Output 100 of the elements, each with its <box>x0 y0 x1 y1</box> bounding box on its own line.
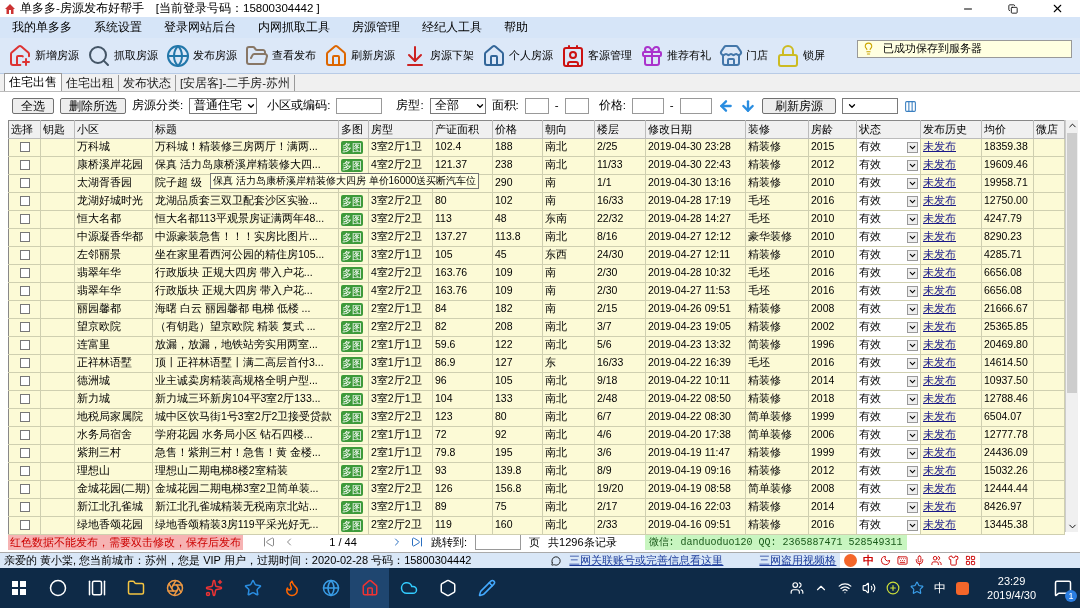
column-header[interactable]: 装修 <box>745 120 809 138</box>
globe-icon[interactable] <box>321 579 340 597</box>
house-icon[interactable] <box>360 579 379 597</box>
scrollbar[interactable] <box>1065 120 1078 532</box>
multi-photo-badge[interactable]: 多图 <box>341 428 363 442</box>
checkbox[interactable] <box>20 196 30 206</box>
history-link[interactable]: 未发布 <box>923 140 956 153</box>
multi-photo-badge[interactable]: 多图 <box>341 482 363 496</box>
history-link[interactable]: 未发布 <box>923 518 956 531</box>
column-header[interactable]: 钥匙 <box>40 120 75 138</box>
toolbar-button[interactable]: 房源下架 <box>403 39 474 72</box>
folder-icon[interactable] <box>126 579 145 597</box>
toolbar-button[interactable]: 发布房源 <box>166 39 237 72</box>
multi-photo-badge[interactable]: 多图 <box>341 374 363 388</box>
notification-icon[interactable] <box>1054 579 1072 597</box>
wifi-icon[interactable] <box>838 581 853 595</box>
history-link[interactable]: 未发布 <box>923 338 956 351</box>
checkbox[interactable] <box>20 340 30 350</box>
history-link[interactable]: 未发布 <box>923 374 956 387</box>
history-link[interactable]: 未发布 <box>923 266 956 279</box>
column-header[interactable]: 标题 <box>152 120 339 138</box>
last-page-icon[interactable] <box>411 536 423 548</box>
sparkle-icon[interactable] <box>204 579 223 597</box>
checkbox[interactable] <box>20 358 30 368</box>
multi-photo-badge[interactable]: 多图 <box>341 518 363 532</box>
history-link[interactable]: 未发布 <box>923 302 956 315</box>
pencil-icon[interactable] <box>477 579 496 597</box>
area-min-field[interactable] <box>524 98 549 114</box>
keyboard-icon[interactable] <box>897 555 909 566</box>
column-header[interactable]: 微店 <box>1033 120 1065 138</box>
column-header[interactable]: 产证面积 <box>432 120 493 138</box>
price-min-field[interactable] <box>631 98 664 114</box>
history-link[interactable]: 未发布 <box>923 194 956 207</box>
checkbox[interactable] <box>20 430 30 440</box>
aperture-icon[interactable] <box>165 579 184 597</box>
star-icon[interactable] <box>243 579 262 597</box>
checkbox[interactable] <box>20 178 30 188</box>
column-header[interactable]: 房龄 <box>808 120 857 138</box>
column-header[interactable]: 发布历史 <box>920 120 982 138</box>
ime-logo-icon[interactable] <box>956 581 970 595</box>
menu-item[interactable]: 登录网站后台 <box>164 18 236 37</box>
checkbox[interactable] <box>20 232 30 242</box>
multi-photo-badge[interactable]: 多图 <box>341 248 363 262</box>
multi-photo-badge[interactable]: 多图 <box>341 320 363 334</box>
cloud-icon[interactable] <box>399 579 418 597</box>
toolbar-button[interactable]: 客源管理 <box>561 39 632 72</box>
menu-item[interactable]: 内网抓取工具 <box>258 18 330 37</box>
ime-mode[interactable]: 中 <box>863 552 875 569</box>
column-header[interactable]: 均价 <box>981 120 1034 138</box>
toolbar-button[interactable]: 锁屏 <box>776 39 825 72</box>
column-header[interactable]: 小区 <box>74 120 153 138</box>
checkbox[interactable] <box>20 394 30 404</box>
history-link[interactable]: 未发布 <box>923 500 956 513</box>
multi-photo-badge[interactable]: 多图 <box>341 356 363 370</box>
history-link[interactable]: 未发布 <box>923 230 956 243</box>
tab[interactable]: 住宅出售 <box>4 73 62 91</box>
multi-photo-badge[interactable]: 多图 <box>341 500 363 514</box>
column-header[interactable]: 楼层 <box>594 120 646 138</box>
toolbar-button[interactable]: 查看发布 <box>245 39 316 72</box>
column-header[interactable]: 修改日期 <box>645 120 746 138</box>
multi-photo-badge[interactable]: 多图 <box>341 158 363 172</box>
toolbar-button[interactable]: 推荐有礼 <box>640 39 711 72</box>
column-header[interactable]: 朝向 <box>542 120 595 138</box>
hexagon-icon[interactable] <box>438 579 457 597</box>
history-link[interactable]: 未发布 <box>923 248 956 261</box>
extra-select[interactable] <box>841 98 898 114</box>
grid-icon[interactable] <box>965 555 977 566</box>
status-link[interactable]: 三网关联账号或完善信息看这里 <box>569 552 724 569</box>
history-link[interactable]: 未发布 <box>923 176 956 189</box>
goto-page-field[interactable] <box>475 534 522 550</box>
clock-date[interactable]: 2019/4/30 <box>987 588 1036 602</box>
clock-time[interactable]: 23:29 <box>997 574 1026 588</box>
toolbar-button[interactable]: 新增房源 <box>8 39 79 72</box>
checkbox[interactable] <box>20 322 30 332</box>
multi-photo-badge[interactable]: 多图 <box>341 212 363 226</box>
multi-photo-badge[interactable]: 多图 <box>341 284 363 298</box>
history-link[interactable]: 未发布 <box>923 482 956 495</box>
tab[interactable]: 住宅出租 <box>62 75 119 91</box>
checkbox[interactable] <box>20 502 30 512</box>
refresh-button[interactable]: 刷新房源 <box>761 98 836 114</box>
toolbar-button[interactable]: 个人房源 <box>482 39 553 72</box>
multi-photo-badge[interactable]: 多图 <box>341 230 363 244</box>
multi-photo-badge[interactable]: 多图 <box>341 338 363 352</box>
checkbox[interactable] <box>20 250 30 260</box>
multi-photo-badge[interactable]: 多图 <box>341 194 363 208</box>
checkbox[interactable] <box>20 520 30 530</box>
multi-photo-badge[interactable]: 多图 <box>341 446 363 460</box>
checkbox[interactable] <box>20 160 30 170</box>
checkbox[interactable] <box>20 376 30 386</box>
multi-photo-badge[interactable]: 多图 <box>341 410 363 424</box>
tab[interactable]: [安居客]-二手房-苏州 <box>176 75 296 91</box>
price-max-field[interactable] <box>679 98 712 114</box>
first-page-icon[interactable] <box>263 536 275 548</box>
community-field[interactable] <box>336 98 383 114</box>
column-header[interactable]: 多图 <box>338 120 369 138</box>
history-link[interactable]: 未发布 <box>923 284 956 297</box>
checkbox[interactable] <box>20 268 30 278</box>
arrow-down-icon[interactable] <box>739 98 756 114</box>
windows-icon[interactable] <box>12 581 26 595</box>
mic-icon[interactable] <box>914 555 926 566</box>
